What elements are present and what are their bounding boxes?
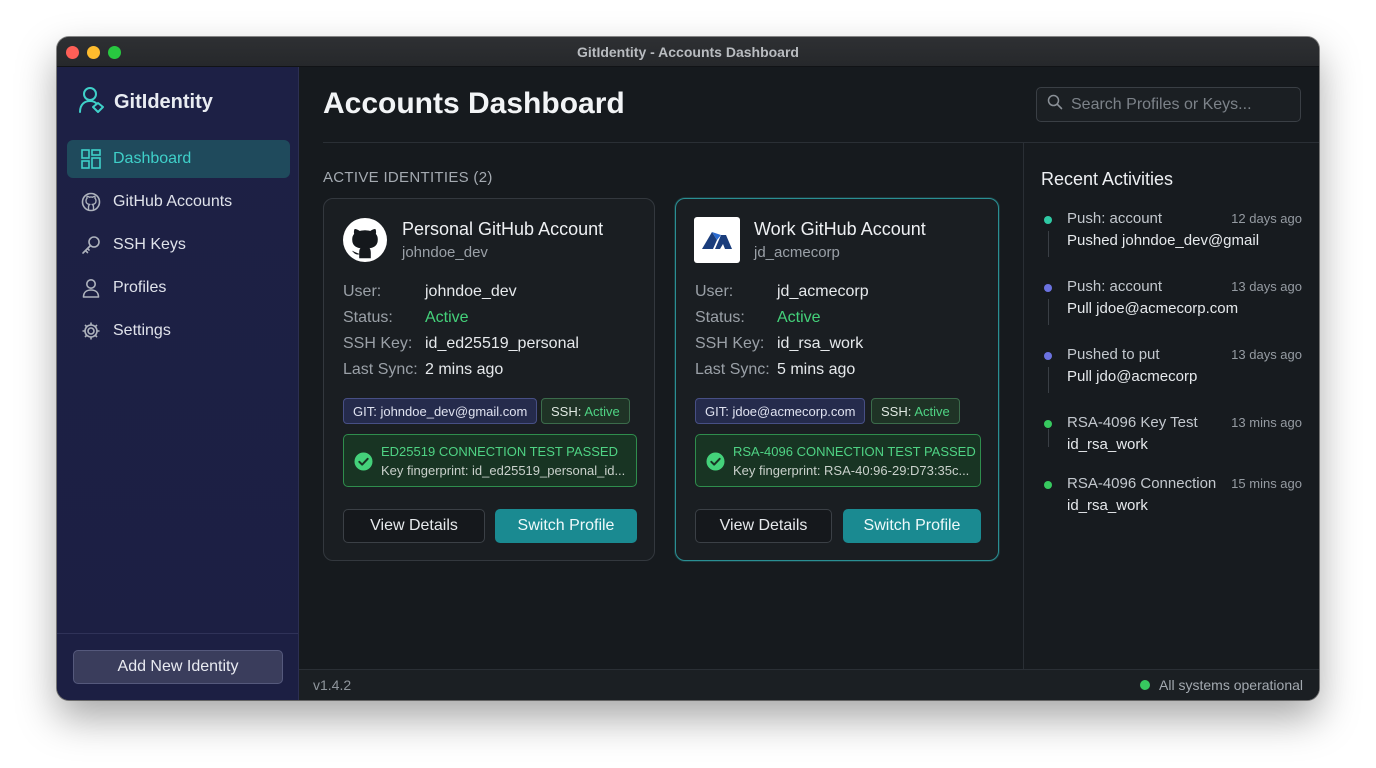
card-title: Personal GitHub Account xyxy=(402,219,604,239)
activity-time: 13 days ago xyxy=(1231,347,1302,362)
sidebar-item-label: SSH Keys xyxy=(113,236,186,253)
activity-dot xyxy=(1044,216,1052,224)
field-ssh-key: SSH Key: id_rsa_work xyxy=(695,335,864,352)
timeline-connector xyxy=(1048,367,1049,393)
title-bar: GitIdentity - Accounts Dashboard xyxy=(57,37,1319,67)
activity-title: Pushed to put xyxy=(1067,346,1160,363)
key-fingerprint: Key fingerprint: id_ed25519_personal_id.… xyxy=(381,463,626,478)
activity-detail: Pull jdo@acmecorp xyxy=(1067,368,1198,385)
field-status: Status: Active xyxy=(695,309,821,326)
activity-time: 12 days ago xyxy=(1231,211,1302,226)
ssh-status-chip: SSH: Active xyxy=(541,398,630,424)
timeline-connector xyxy=(1048,299,1049,325)
search-box[interactable] xyxy=(1036,87,1301,122)
app-window: GitIdentity - Accounts Dashboard GitIden… xyxy=(57,37,1319,700)
user-shield-icon xyxy=(79,86,105,119)
sidebar-item-settings[interactable]: Settings xyxy=(67,312,290,350)
page-title: Accounts Dashboard xyxy=(323,87,625,120)
version-label: v1.4.2 xyxy=(313,677,352,693)
activity-title: Push: account xyxy=(1067,278,1163,295)
search-icon xyxy=(1047,94,1063,115)
dashboard-grid-icon xyxy=(81,149,101,169)
recent-activities-panel: Recent Activities Push: account Pushed j… xyxy=(1023,143,1319,669)
add-new-identity-button[interactable]: Add New Identity xyxy=(73,650,283,684)
sidebar-item-label: GitHub Accounts xyxy=(113,193,233,210)
test-title: RSA-4096 CONNECTION TEST PASSED xyxy=(733,444,976,459)
activity-detail: Pushed johndoe_dev@gmail xyxy=(1067,232,1260,249)
window-title: GitIdentity - Accounts Dashboard xyxy=(577,44,799,60)
sidebar-item-label: Profiles xyxy=(113,279,167,296)
brand: GitIdentity xyxy=(79,86,213,119)
github-logo-icon xyxy=(342,217,388,263)
sidebar-item-github-accounts[interactable]: GitHub Accounts xyxy=(67,183,290,221)
activity-dot xyxy=(1044,352,1052,360)
activity-detail: id_rsa_work xyxy=(1067,497,1148,514)
sidebar-item-profiles[interactable]: Profiles xyxy=(67,269,290,307)
switch-profile-button[interactable]: Switch Profile xyxy=(495,509,637,543)
activity-dot xyxy=(1044,284,1052,292)
activity-detail: id_rsa_work xyxy=(1067,436,1148,453)
card-title: Work GitHub Account xyxy=(754,219,926,239)
field-user: User: jd_acmecorp xyxy=(695,283,869,300)
field-status: Status: Active xyxy=(343,309,469,326)
timeline-connector xyxy=(1048,231,1049,257)
search-input[interactable] xyxy=(1071,95,1291,114)
section-label: ACTIVE IDENTITIES (2) xyxy=(323,169,493,186)
activity-dot xyxy=(1044,481,1052,489)
field-last-sync: Last Sync: 2 mins ago xyxy=(343,361,504,378)
sidebar-item-dashboard[interactable]: Dashboard xyxy=(67,140,290,178)
sidebar-divider xyxy=(57,633,298,634)
sidebar-item-label: Dashboard xyxy=(113,150,192,167)
field-user: User: johndoe_dev xyxy=(343,283,517,300)
connection-test-banner: ED25519 CONNECTION TEST PASSED Key finge… xyxy=(343,434,637,487)
check-circle-icon xyxy=(706,452,725,471)
system-status-text: All systems operational xyxy=(1159,677,1303,693)
system-status: All systems operational xyxy=(1140,677,1303,693)
identity-card-work: Work GitHub Account jd_acmecorp User: jd_… xyxy=(675,198,999,561)
activity-detail: Pull jdoe@acmecorp.com xyxy=(1067,300,1239,317)
field-last-sync: Last Sync: 5 mins ago xyxy=(695,361,856,378)
switch-profile-button[interactable]: Switch Profile xyxy=(843,509,981,543)
card-subtitle: jd_acmecorp xyxy=(754,244,840,261)
activity-title: RSA-4096 Key Test xyxy=(1067,414,1198,431)
ssh-status-chip: SSH: Active xyxy=(871,398,960,424)
activity-time: 13 mins ago xyxy=(1231,415,1302,430)
activity-time: 15 mins ago xyxy=(1231,476,1302,491)
identity-card-personal: Personal GitHub Account johndoe_dev User… xyxy=(323,198,655,561)
brand-name: GitIdentity xyxy=(114,90,213,113)
timeline-connector xyxy=(1048,429,1049,447)
activity-title: RSA-4096 Connection xyxy=(1067,475,1217,492)
view-details-button[interactable]: View Details xyxy=(695,509,832,543)
activity-time: 13 days ago xyxy=(1231,279,1302,294)
key-icon xyxy=(81,235,101,255)
key-fingerprint: Key fingerprint: RSA-40:96-29:D73:35c... xyxy=(733,463,970,478)
main-panel: Accounts Dashboard ACTIVE IDENTITIES (2)… xyxy=(299,67,1319,700)
activities-title: Recent Activities xyxy=(1041,169,1174,189)
sidebar-item-ssh-keys[interactable]: SSH Keys xyxy=(67,226,290,264)
card-subtitle: johndoe_dev xyxy=(402,244,488,261)
field-ssh-key: SSH Key: id_ed25519_personal xyxy=(343,335,579,352)
activity-title: Push: account xyxy=(1067,210,1163,227)
acme-logo-icon xyxy=(694,217,740,263)
view-details-button[interactable]: View Details xyxy=(343,509,485,543)
git-email-chip: GIT: jdoe@acmecorp.com xyxy=(695,398,866,424)
activity-dot xyxy=(1044,420,1052,428)
status-bar: v1.4.2 All systems operational xyxy=(299,669,1319,700)
sidebar-item-label: Settings xyxy=(113,322,171,339)
gear-icon xyxy=(81,321,101,341)
check-circle-icon xyxy=(354,452,373,471)
identities-section: ACTIVE IDENTITIES (2) Personal GitHub Ac… xyxy=(299,143,1023,669)
connection-test-banner: RSA-4096 CONNECTION TEST PASSED Key fing… xyxy=(695,434,981,487)
github-icon xyxy=(81,192,101,212)
status-dot-icon xyxy=(1140,680,1151,690)
test-title: ED25519 CONNECTION TEST PASSED xyxy=(381,444,618,459)
sidebar: GitIdentity Dashboard GitHub Accounts SS… xyxy=(57,67,299,700)
user-icon xyxy=(81,278,101,298)
git-email-chip: GIT: johndoe_dev@gmail.com xyxy=(343,398,538,424)
